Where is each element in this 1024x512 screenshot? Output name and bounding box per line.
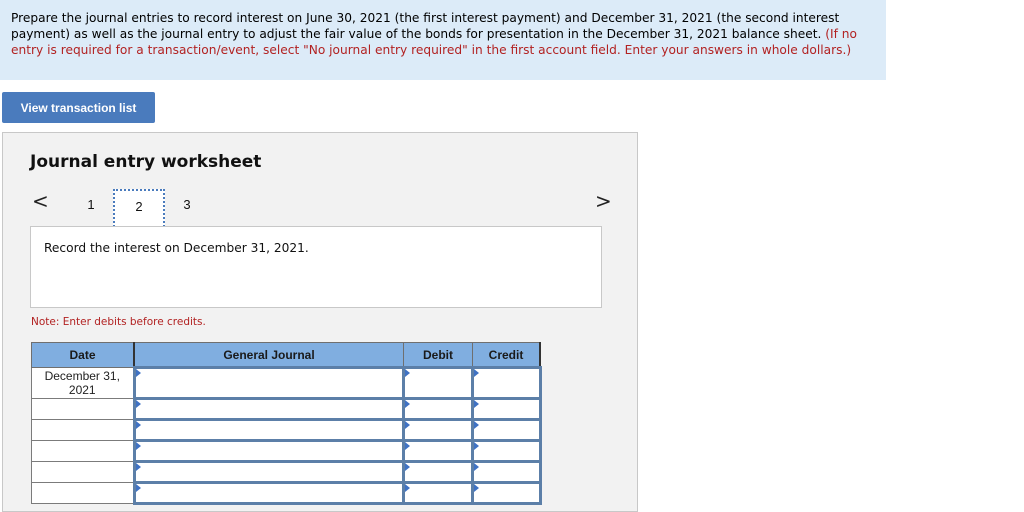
worksheet-title: Journal entry worksheet — [30, 152, 262, 172]
credit-input[interactable] — [471, 397, 542, 421]
table-header-row: Date General Journal Debit Credit — [31, 342, 541, 368]
debit-input[interactable] — [402, 397, 474, 421]
table-row — [31, 460, 542, 484]
account-input[interactable] — [132, 481, 405, 505]
transaction-prompt: Record the interest on December 31, 2021… — [30, 226, 602, 308]
table-row — [31, 397, 542, 421]
view-transaction-list-button[interactable]: View transaction list — [2, 92, 155, 123]
account-input[interactable] — [132, 418, 405, 442]
debit-credit-note: Note: Enter debits before credits. — [31, 316, 206, 328]
debit-input[interactable] — [402, 460, 474, 484]
debit-input[interactable] — [402, 481, 474, 505]
account-input[interactable] — [132, 439, 405, 463]
debit-input[interactable] — [402, 439, 474, 463]
chevron-left-icon[interactable]: < — [32, 191, 49, 211]
date-cell — [31, 461, 135, 483]
table-row — [31, 439, 542, 463]
account-input[interactable] — [132, 460, 405, 484]
header-credit: Credit — [472, 342, 541, 368]
prompt-text: Record the interest on December 31, 2021… — [44, 241, 309, 255]
credit-input[interactable] — [471, 481, 542, 505]
page-tab-2[interactable]: 2 — [113, 189, 165, 227]
debit-input[interactable] — [402, 418, 474, 442]
journal-entry-worksheet: Journal entry worksheet < 1 2 3 > Record… — [2, 132, 638, 512]
account-input[interactable] — [132, 366, 405, 400]
header-general-journal: General Journal — [133, 342, 404, 368]
account-input[interactable] — [132, 397, 405, 421]
table-row: December 31, 2021 — [31, 366, 542, 400]
date-cell — [31, 419, 135, 441]
instructions-text: Prepare the journal entries to record in… — [11, 11, 840, 41]
table-row — [31, 481, 542, 505]
credit-input[interactable] — [471, 460, 542, 484]
table-row — [31, 418, 542, 442]
date-cell — [31, 440, 135, 462]
date-cell — [31, 482, 135, 504]
date-cell: December 31, 2021 — [31, 367, 135, 399]
instructions-panel: Prepare the journal entries to record in… — [0, 0, 886, 80]
header-date: Date — [31, 342, 135, 368]
journal-table: Date General Journal Debit Credit Decemb… — [31, 342, 542, 505]
debit-input[interactable] — [402, 366, 474, 400]
header-debit: Debit — [403, 342, 473, 368]
credit-input[interactable] — [471, 366, 542, 400]
chevron-right-icon[interactable]: > — [595, 191, 612, 211]
page-tab-1[interactable]: 1 — [77, 189, 105, 223]
page-tab-3[interactable]: 3 — [173, 189, 201, 223]
credit-input[interactable] — [471, 439, 542, 463]
date-cell — [31, 398, 135, 420]
credit-input[interactable] — [471, 418, 542, 442]
